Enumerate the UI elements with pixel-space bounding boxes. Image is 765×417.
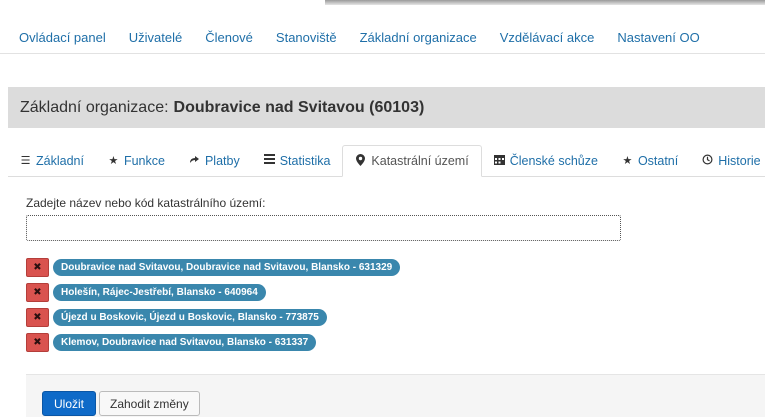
save-button[interactable]: Uložit	[42, 391, 97, 416]
page-title-name: Doubravice nad Svitavou (60103)	[173, 98, 425, 116]
page: Ovládací panel Uživatelé Členové Stanovi…	[0, 0, 765, 417]
nav-item-ovladaci-panel[interactable]: Ovládací panel	[19, 30, 106, 45]
star-icon: ★	[108, 155, 119, 167]
item-badge: Klemov, Doubravice nad Svitavou, Blansko…	[53, 334, 317, 351]
tab-platby[interactable]: Platby	[177, 145, 252, 176]
search-label: Zadejte název nebo kód katastrálního úze…	[26, 196, 266, 210]
item-badge: Doubravice nad Svitavou, Doubravice nad …	[53, 259, 401, 276]
main-nav: Ovládací panel Uživatelé Členové Stanovi…	[0, 22, 765, 54]
tab-label: Statistika	[279, 153, 331, 168]
clock-icon	[702, 154, 713, 168]
discard-changes-button[interactable]: Zahodit změny	[99, 391, 200, 416]
nav-item-zakladni-organizace[interactable]: Základní organizace	[360, 30, 477, 45]
nav-item-nastaveni-oo[interactable]: Nastavení OO	[617, 30, 699, 45]
remove-item-button[interactable]: ✖	[26, 283, 49, 302]
tab-ostatni[interactable]: ★ Ostatní	[610, 145, 690, 176]
nav-item-stanoviste[interactable]: Stanoviště	[276, 30, 337, 45]
page-title-prefix: Základní organizace:	[20, 98, 169, 116]
tab-label: Ostatní	[637, 153, 679, 168]
map-marker-icon	[355, 153, 366, 169]
remove-item-button[interactable]: ✖	[26, 308, 49, 327]
share-icon	[189, 154, 200, 168]
list-item: ✖ Újezd u Boskovic, Újezd u Boskovic, Bl…	[26, 305, 726, 330]
calendar-icon	[493, 154, 505, 168]
nav-item-vzdelavaci-akce[interactable]: Vzdělávací akce	[500, 30, 595, 45]
nav-item-clenove[interactable]: Členové	[205, 30, 253, 45]
tab-label: Katastrální území	[371, 154, 469, 168]
page-title: Základní organizace: Doubravice nad Svit…	[8, 87, 765, 128]
close-icon: ✖	[33, 311, 42, 323]
remove-item-button[interactable]: ✖	[26, 333, 49, 352]
tab-funkce[interactable]: ★ Funkce	[96, 145, 177, 176]
tab-label: Historie	[718, 153, 761, 168]
tab-clenske-schuze[interactable]: Členské schůze	[482, 145, 610, 176]
tab-zakladni[interactable]: ☰ Základní	[8, 145, 96, 176]
remove-item-button[interactable]: ✖	[26, 258, 49, 277]
list-icon: ☰	[20, 155, 31, 167]
item-badge: Holešín, Rájec-Jestřebí, Blansko - 64096…	[53, 284, 266, 301]
tab-statistika[interactable]: Statistika	[252, 145, 343, 176]
form-actions: Uložit Zahodit změny	[26, 374, 765, 417]
cadastral-search-input[interactable]	[26, 215, 621, 241]
tab-label: Funkce	[123, 153, 165, 168]
top-shadow	[325, 0, 765, 5]
tab-label: Základní	[36, 153, 84, 168]
nav-item-uzivatele[interactable]: Uživatelé	[129, 30, 182, 45]
close-icon: ✖	[33, 336, 42, 348]
close-icon: ✖	[33, 286, 42, 298]
tab-bar: ☰ Základní ★ Funkce Platby Statistika Ka…	[8, 145, 765, 177]
star-icon: ★	[622, 155, 633, 167]
bars-icon	[263, 154, 275, 167]
tab-label: Členské schůze	[509, 153, 598, 168]
close-icon: ✖	[33, 261, 42, 273]
list-item: ✖ Doubravice nad Svitavou, Doubravice na…	[26, 255, 726, 280]
tab-historie[interactable]: Historie	[690, 145, 765, 176]
selected-items-list: ✖ Doubravice nad Svitavou, Doubravice na…	[26, 255, 726, 355]
list-item: ✖ Klemov, Doubravice nad Svitavou, Blans…	[26, 330, 726, 355]
tab-label: Platby	[204, 153, 240, 168]
list-item: ✖ Holešín, Rájec-Jestřebí, Blansko - 640…	[26, 280, 726, 305]
item-badge: Újezd u Boskovic, Újezd u Boskovic, Blan…	[53, 309, 327, 326]
tab-katastralni-uzemi[interactable]: Katastrální území	[342, 145, 482, 177]
